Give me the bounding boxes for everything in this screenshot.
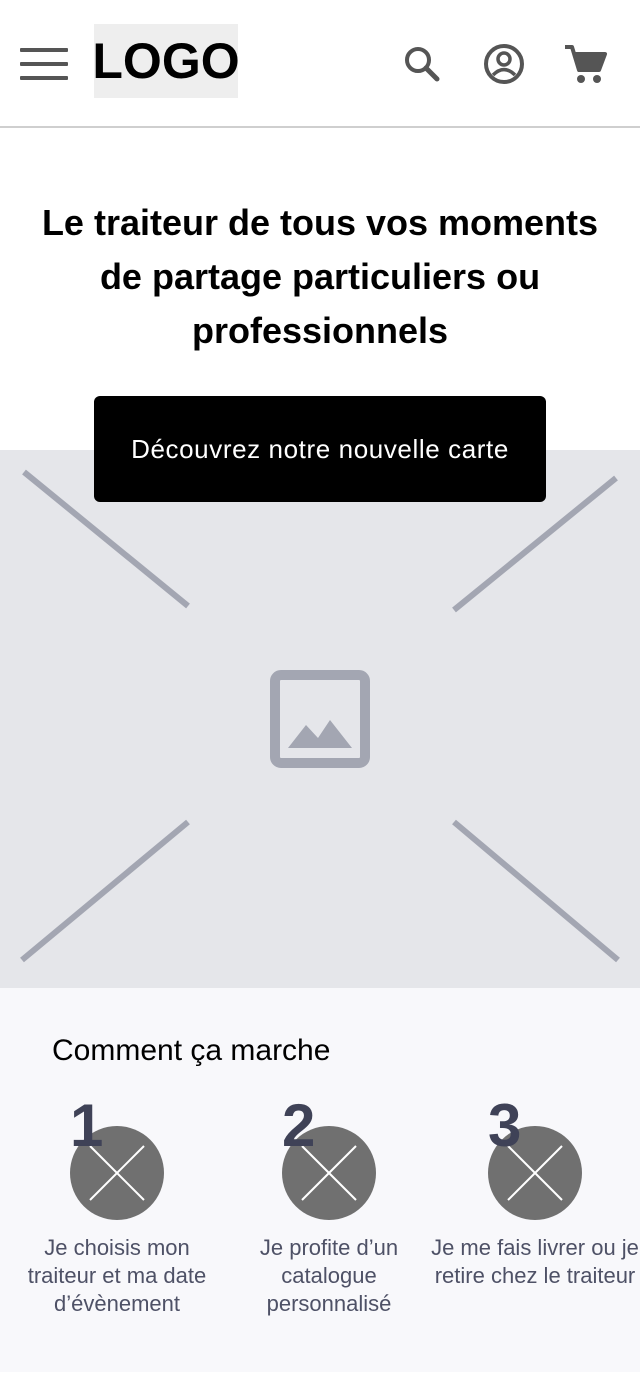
section-title: Comment ça marche xyxy=(52,1034,331,1067)
logo[interactable]: LOGO xyxy=(92,24,240,98)
step-number: 1 xyxy=(70,1092,104,1159)
cart-icon[interactable] xyxy=(562,40,610,88)
discover-menu-button[interactable]: Découvrez notre nouvelle carte xyxy=(94,396,546,502)
step-number: 2 xyxy=(282,1092,316,1159)
step-text: Je choisis mon traiteur et ma date d’évè… xyxy=(27,1235,207,1316)
menu-icon[interactable] xyxy=(20,48,68,80)
placeholder-line xyxy=(20,819,190,963)
image-placeholder-icon xyxy=(270,670,370,768)
step-text: Je me fais livrer ou je retire chez le t… xyxy=(431,1235,639,1288)
account-icon[interactable] xyxy=(480,40,528,88)
header: LOGO xyxy=(0,0,640,128)
how-it-works-section: Comment ça marche 1 Je choisis mon trait… xyxy=(0,988,640,1372)
hero-title: Le traiteur de tous vos moments de parta… xyxy=(41,202,599,351)
hero-image-placeholder xyxy=(0,450,640,988)
search-icon[interactable] xyxy=(398,40,446,88)
step-number: 3 xyxy=(488,1092,522,1159)
placeholder-line xyxy=(452,819,620,963)
step-text: Je profite d’un catalogue personnalisé xyxy=(259,1235,399,1316)
